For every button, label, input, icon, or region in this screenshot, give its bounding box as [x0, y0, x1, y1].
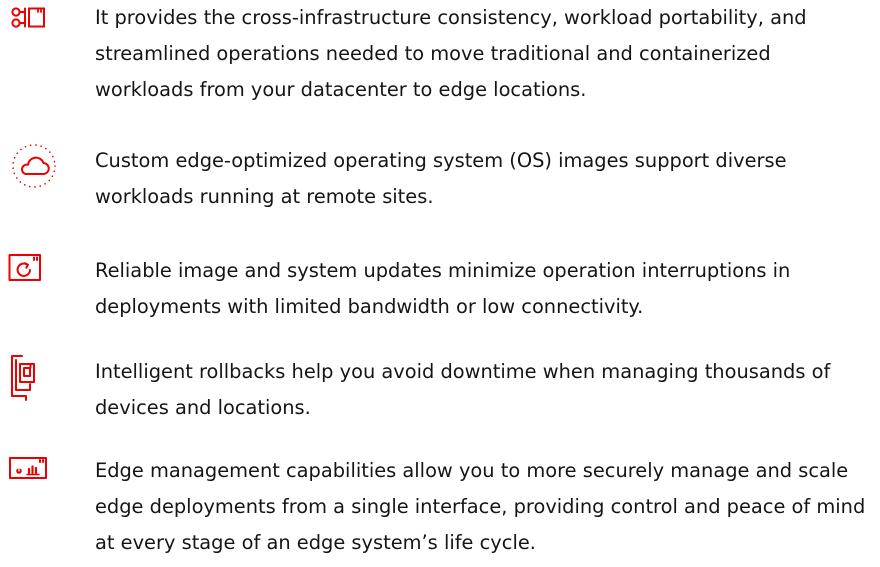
- management-dashboard-icon: [8, 456, 64, 496]
- rollback-copy-icon: [8, 354, 64, 401]
- refresh-update-icon: [8, 253, 64, 293]
- workload-portability-icon: [8, 6, 64, 46]
- feature-list: It provides the cross-infrastructure con…: [0, 0, 880, 567]
- feature-text: Custom edge-optimized operating system (…: [95, 149, 787, 208]
- feature-text: Reliable image and system updates minimi…: [95, 259, 791, 318]
- feature-text: Edge management capabilities allow you t…: [95, 459, 866, 554]
- cloud-icon: [8, 142, 64, 188]
- feature-text: It provides the cross-infrastructure con…: [95, 6, 807, 101]
- feature-text: Intelligent rollbacks help you avoid dow…: [95, 360, 831, 419]
